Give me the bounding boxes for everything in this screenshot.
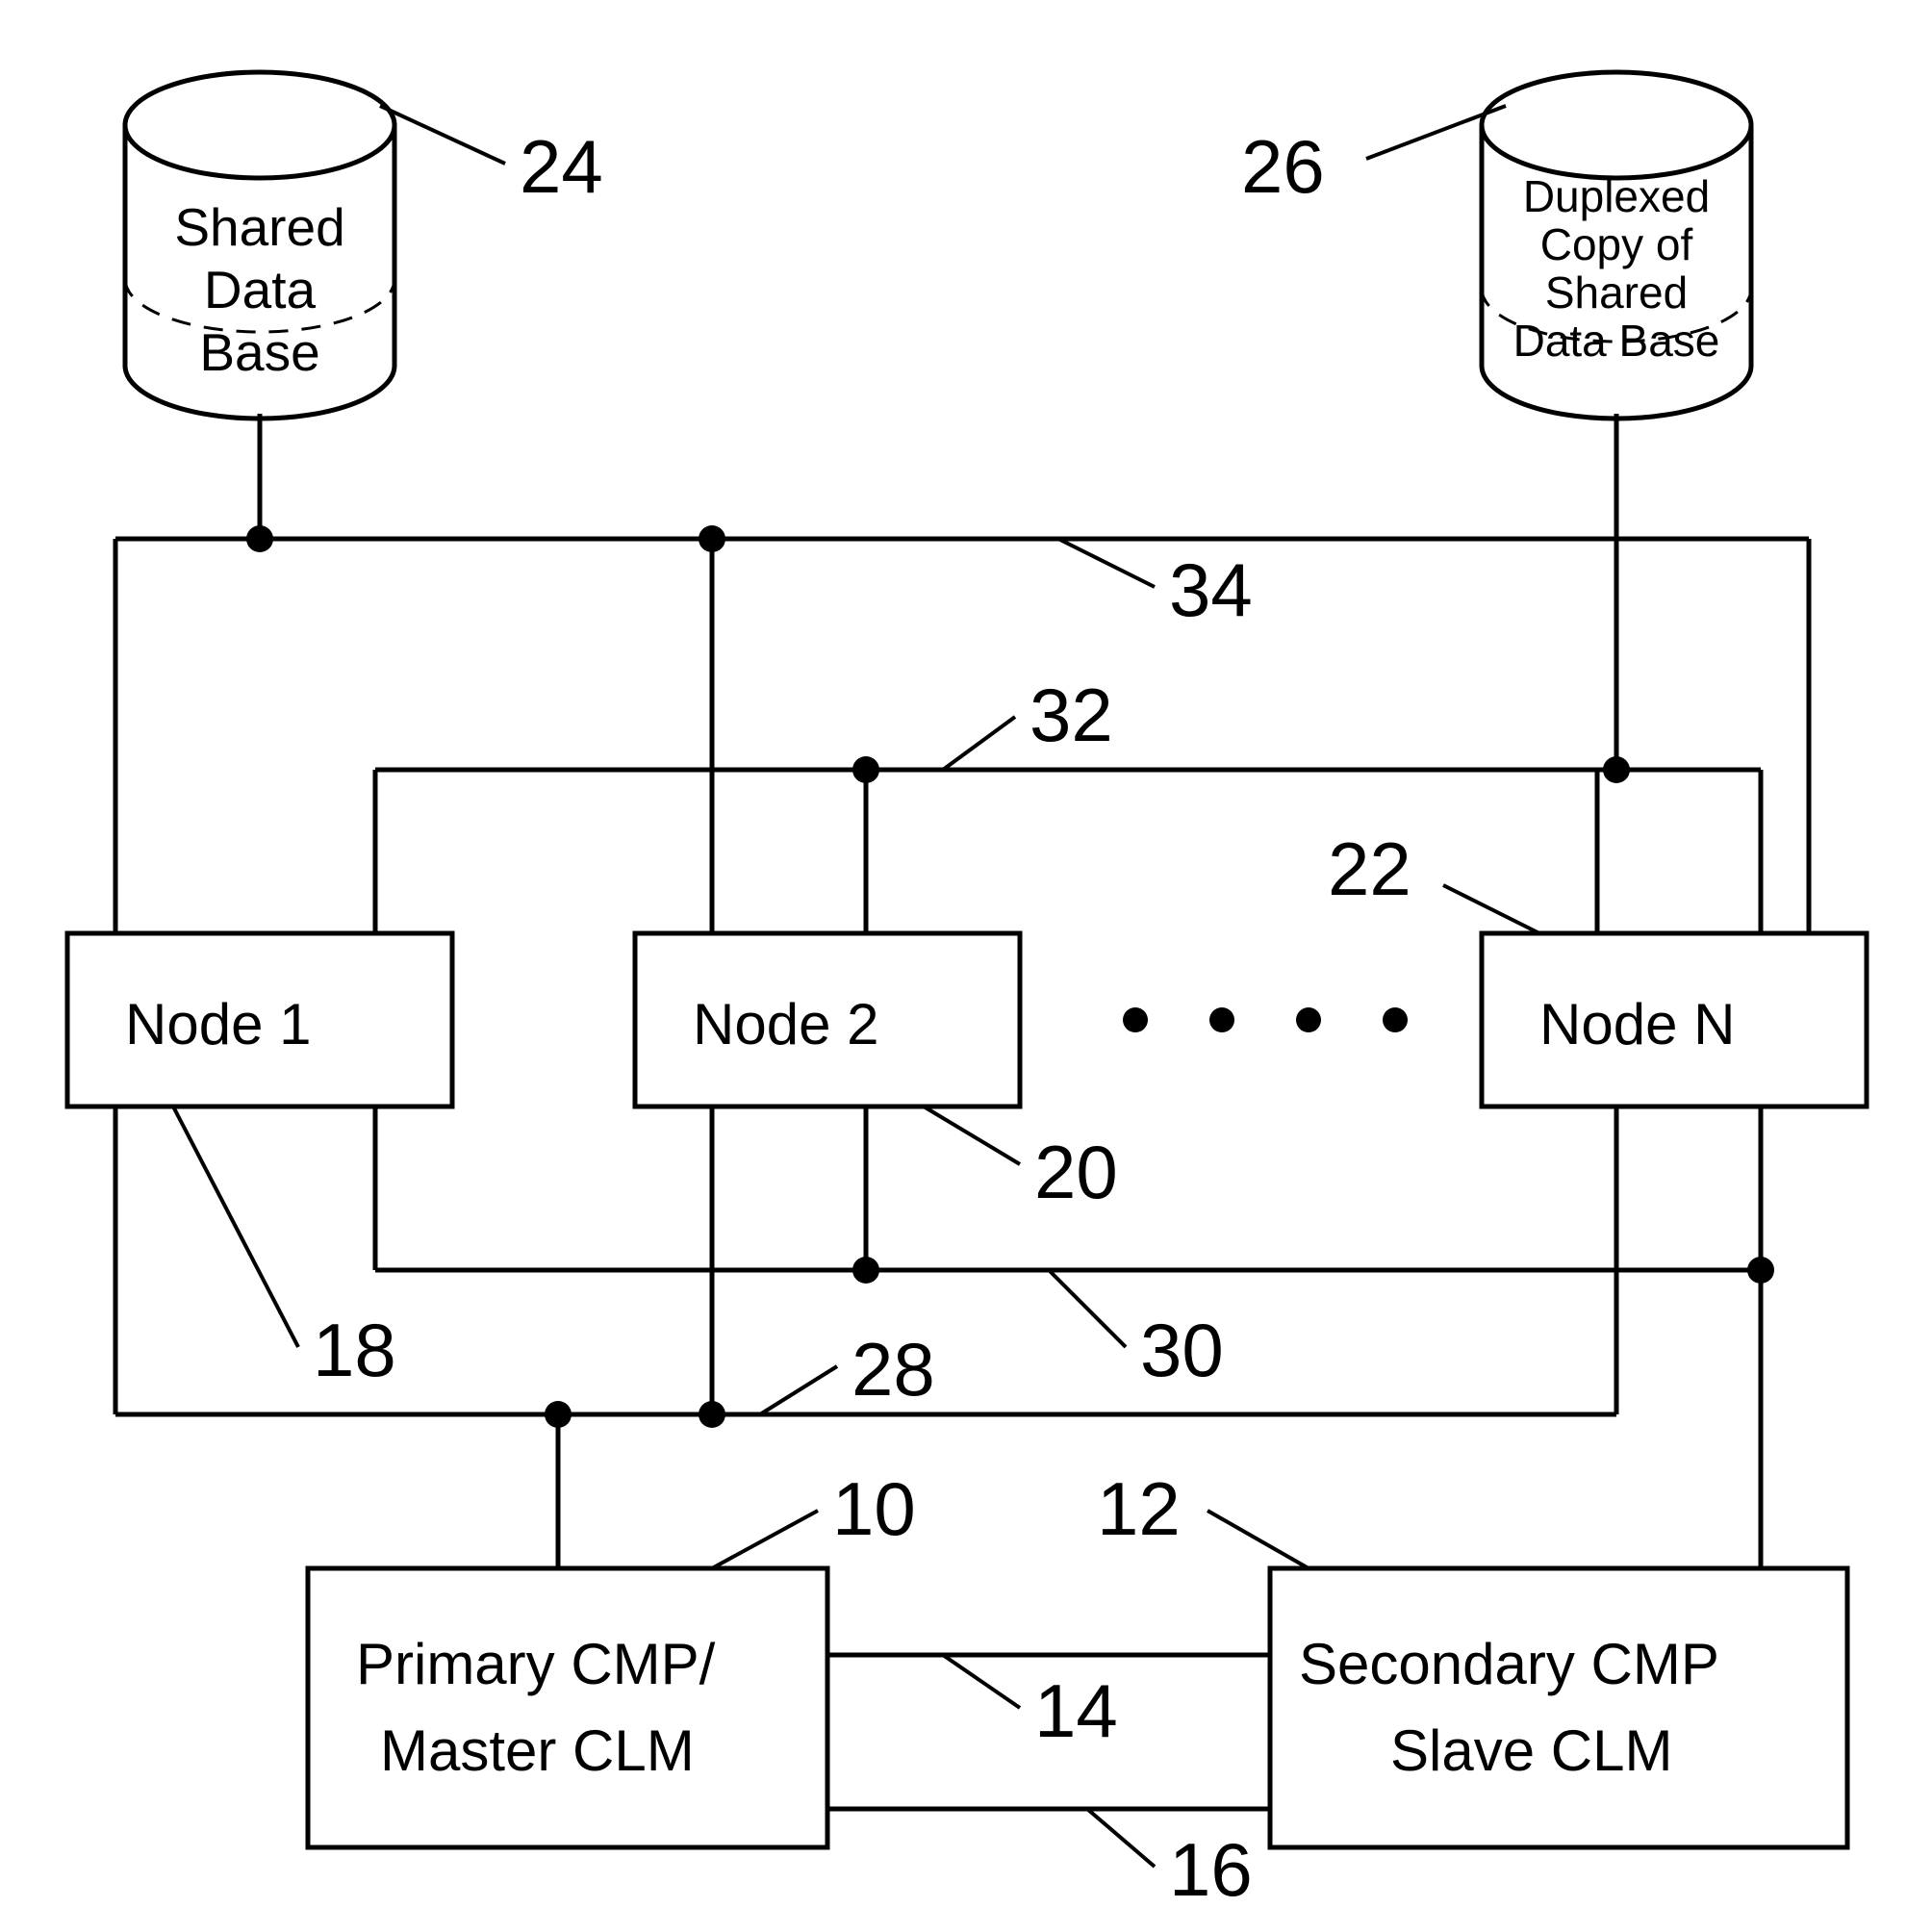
node-1-label: Node 1 bbox=[125, 992, 311, 1056]
ref-28: 28 bbox=[852, 1327, 935, 1412]
ref-30: 30 bbox=[1140, 1308, 1224, 1392]
secondary-cmp-line2: Slave CLM bbox=[1390, 1718, 1672, 1783]
ref-34: 34 bbox=[1169, 547, 1253, 632]
primary-cmp-line2: Master CLM bbox=[380, 1718, 695, 1783]
ref-18: 18 bbox=[313, 1308, 396, 1392]
primary-cmp-line1: Primary CMP/ bbox=[356, 1632, 716, 1696]
node-n-label: Node N bbox=[1539, 992, 1735, 1056]
secondary-cmp-line1: Secondary CMP bbox=[1299, 1632, 1719, 1696]
db-right-line3: Shared bbox=[1545, 267, 1688, 318]
shared-database: Shared Data Base bbox=[115, 72, 394, 419]
secondary-cmp-box bbox=[1270, 1568, 1847, 1847]
leader-22 bbox=[1443, 885, 1539, 933]
ref-16: 16 bbox=[1169, 1827, 1253, 1908]
ref-26: 26 bbox=[1241, 124, 1325, 209]
leader-32 bbox=[943, 717, 1015, 770]
leader-24 bbox=[380, 106, 505, 164]
ref-10: 10 bbox=[832, 1466, 916, 1551]
ref-12: 12 bbox=[1097, 1466, 1181, 1551]
node-2-label: Node 2 bbox=[693, 992, 878, 1056]
leader-18 bbox=[173, 1107, 298, 1347]
ref-24: 24 bbox=[520, 124, 603, 209]
primary-cmp-box bbox=[308, 1568, 827, 1847]
db-right-line4: Data Base bbox=[1513, 316, 1720, 366]
leader-20 bbox=[924, 1107, 1020, 1164]
leader-16 bbox=[1087, 1809, 1155, 1867]
ref-14: 14 bbox=[1034, 1668, 1118, 1753]
leader-10 bbox=[712, 1511, 818, 1568]
lan-34 bbox=[115, 414, 1809, 933]
db-left-line2: Data bbox=[204, 260, 317, 319]
db-right-line2: Copy of bbox=[1540, 219, 1693, 269]
leader-34 bbox=[1058, 539, 1155, 587]
duplexed-database: Duplexed Copy of Shared Data Base bbox=[1482, 72, 1751, 419]
leader-12 bbox=[1208, 1511, 1309, 1568]
leader-30 bbox=[1049, 1270, 1126, 1347]
leader-14 bbox=[943, 1655, 1020, 1708]
ref-32: 32 bbox=[1030, 673, 1113, 757]
ref-20: 20 bbox=[1034, 1130, 1118, 1214]
db-left-line3: Base bbox=[199, 322, 319, 382]
db-right-line1: Duplexed bbox=[1523, 171, 1710, 221]
ellipsis-dots bbox=[1123, 1007, 1408, 1032]
leader-28 bbox=[760, 1366, 837, 1414]
db-left-line1: Shared bbox=[174, 197, 344, 257]
ref-22: 22 bbox=[1328, 827, 1411, 911]
